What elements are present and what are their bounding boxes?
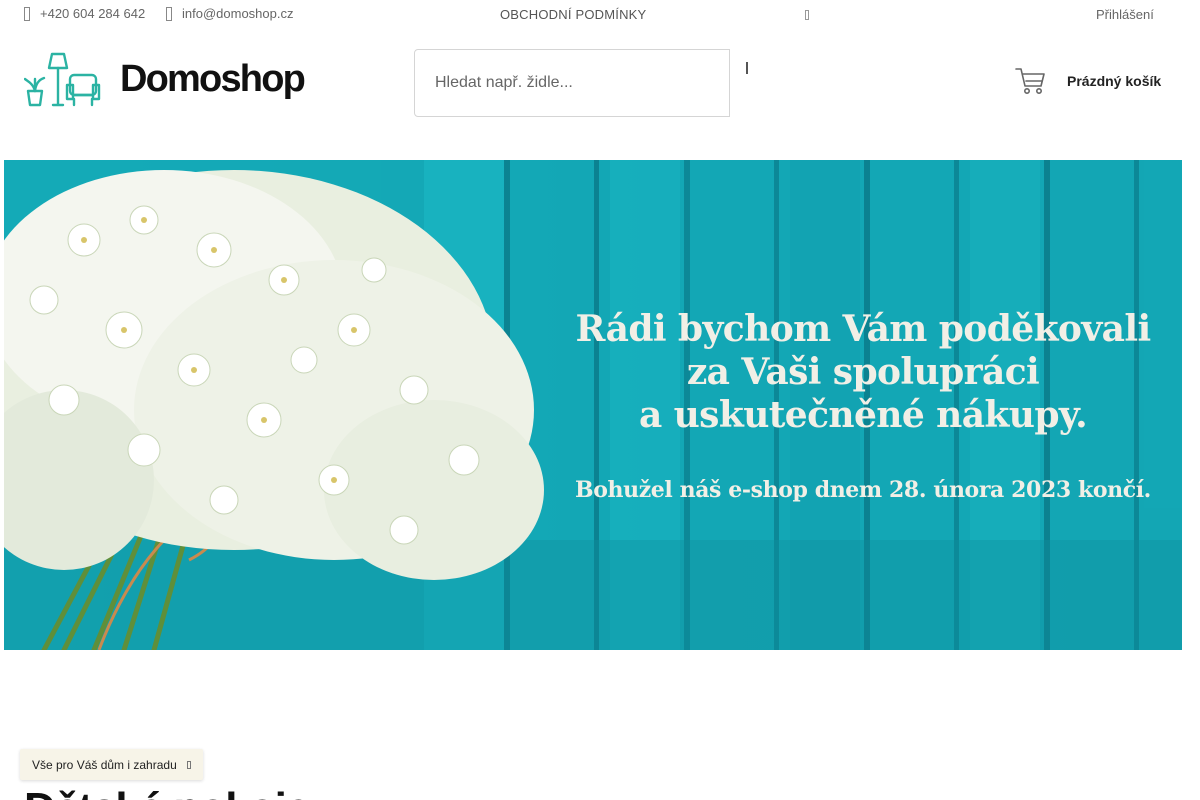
hero-closing-note: Bohužel náš e-shop dnem 28. února 2023 k… <box>575 477 1151 503</box>
hero-banner[interactable]: Rádi bychom Vám poděkovali za Vaši spolu… <box>4 160 1182 650</box>
flag-icon[interactable] <box>805 10 809 20</box>
search-input[interactable] <box>415 50 729 116</box>
search-button[interactable] <box>736 60 758 78</box>
cart-label: Prázdný košík <box>1067 73 1162 89</box>
terms-link[interactable]: OBCHODNÍ PODMÍNKY <box>500 7 646 22</box>
section-title: Dětské pokoje <box>24 784 310 800</box>
hero-headline: Rádi bychom Vám poděkovali za Vaši spolu… <box>544 308 1182 437</box>
search-icon <box>746 62 748 74</box>
site-logo[interactable]: Domoshop <box>24 50 324 108</box>
logo-furniture-icon <box>24 52 101 107</box>
email-address[interactable]: info@domoshop.cz <box>182 6 293 21</box>
cart-button[interactable]: Prázdný košík <box>1014 66 1161 96</box>
category-dropdown-label: Vše pro Váš dům i zahradu <box>32 757 177 772</box>
search-box <box>414 49 730 117</box>
chevron-right-icon <box>186 760 191 769</box>
cart-icon <box>1015 68 1045 94</box>
login-link[interactable]: Přihlášení <box>1096 7 1154 22</box>
mail-icon <box>166 6 172 21</box>
phone-contact[interactable]: +420 604 284 642 <box>24 6 145 21</box>
email-contact[interactable]: info@domoshop.cz <box>166 6 293 21</box>
hero-headline-line-3: a uskutečněné nákupy. <box>638 394 1088 436</box>
top-bar: +420 604 284 642 info@domoshop.cz OBCHOD… <box>0 0 1200 30</box>
phone-number[interactable]: +420 604 284 642 <box>40 6 145 21</box>
phone-icon <box>24 6 30 21</box>
category-dropdown[interactable]: Vše pro Váš dům i zahradu <box>20 749 203 780</box>
brand-name: Domoshop <box>120 57 306 100</box>
hero-headline-line-2: za Vaši spolupráci <box>686 351 1040 393</box>
hero-headline-line-1: Rádi bychom Vám poděkovali <box>575 308 1151 350</box>
